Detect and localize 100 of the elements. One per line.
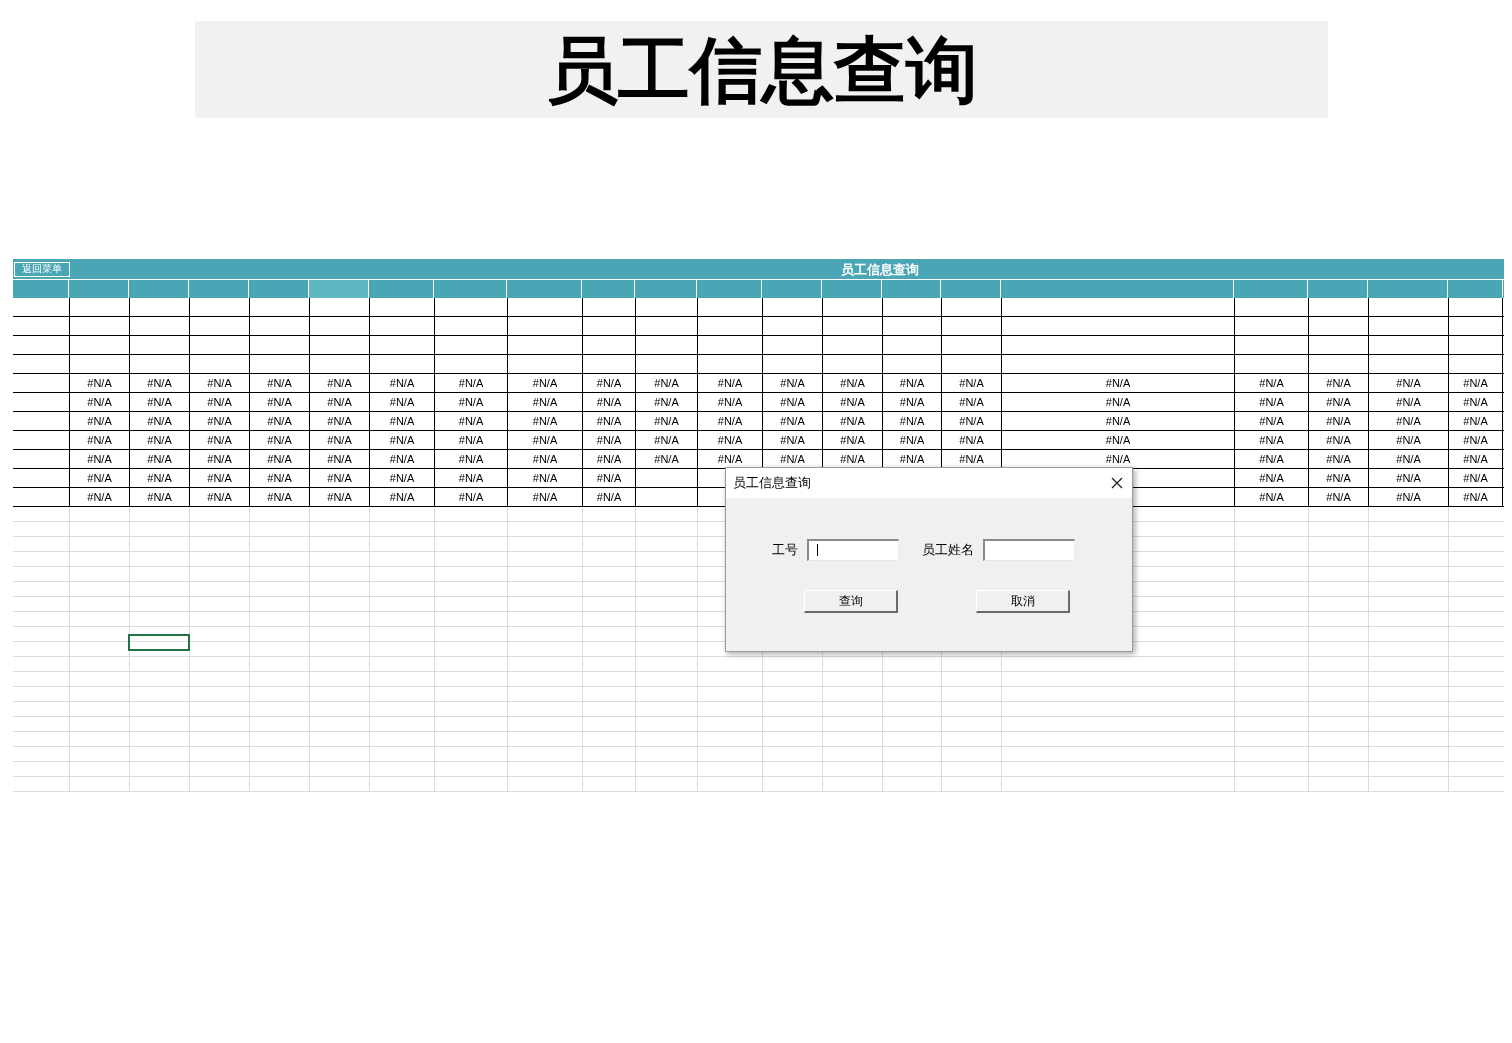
table-cell: #N/A: [369, 450, 434, 468]
table-cell: #N/A: [507, 412, 582, 430]
table-cell: #N/A: [249, 374, 309, 392]
table-cell: #N/A: [309, 393, 369, 411]
input-field[interactable]: [983, 539, 1075, 561]
table-cell: #N/A: [309, 469, 369, 487]
table-cell: #N/A: [309, 488, 369, 506]
table-cell: #N/A: [129, 374, 189, 392]
table-cell: #N/A: [635, 412, 697, 430]
table-cell: #N/A: [369, 374, 434, 392]
table-cell: #N/A: [1448, 450, 1503, 468]
table-cell: #N/A: [69, 469, 129, 487]
table-cell: #N/A: [697, 431, 762, 449]
table-cell: #N/A: [1308, 450, 1368, 468]
table-cell: #N/A: [434, 469, 507, 487]
table-cell: #N/A: [129, 412, 189, 430]
table-cell: #N/A: [189, 469, 249, 487]
table-cell: #N/A: [369, 469, 434, 487]
table-cell: #N/A: [941, 412, 1001, 430]
table-cell: #N/A: [822, 431, 882, 449]
table-cell: #N/A: [822, 412, 882, 430]
table-cell: #N/A: [189, 393, 249, 411]
table-cell: #N/A: [507, 450, 582, 468]
dialog-button[interactable]: 查询: [804, 590, 898, 613]
table-cell: #N/A: [309, 450, 369, 468]
table-cell: #N/A: [1368, 393, 1448, 411]
table-cell: #N/A: [434, 450, 507, 468]
table-cell: #N/A: [129, 488, 189, 506]
table-cell: #N/A: [635, 450, 697, 468]
table-cell: #N/A: [1001, 412, 1234, 430]
table-cell: #N/A: [309, 431, 369, 449]
table-cell: #N/A: [1448, 412, 1503, 430]
table-cell: #N/A: [697, 374, 762, 392]
table-cell: #N/A: [697, 393, 762, 411]
table-cell: #N/A: [1234, 412, 1308, 430]
table-cell: #N/A: [635, 393, 697, 411]
table-cell: #N/A: [941, 431, 1001, 449]
table-cell: #N/A: [129, 393, 189, 411]
table-cell: #N/A: [882, 412, 941, 430]
table-cell: #N/A: [1448, 488, 1503, 506]
table-cell: #N/A: [1308, 412, 1368, 430]
table-cell: #N/A: [1234, 450, 1308, 468]
table-cell: #N/A: [434, 393, 507, 411]
table-cell: #N/A: [582, 431, 635, 449]
table-cell: #N/A: [1448, 393, 1503, 411]
dialog-button[interactable]: 取消: [976, 590, 1070, 613]
table-cell: #N/A: [1368, 431, 1448, 449]
table-cell: #N/A: [507, 374, 582, 392]
table-cell: #N/A: [1368, 488, 1448, 506]
table-cell: #N/A: [189, 450, 249, 468]
table-cell: #N/A: [129, 431, 189, 449]
close-icon[interactable]: [1110, 476, 1124, 490]
table-cell: #N/A: [1234, 469, 1308, 487]
table-cell: #N/A: [69, 450, 129, 468]
table-cell: #N/A: [189, 374, 249, 392]
table-cell: #N/A: [1448, 469, 1503, 487]
table-cell: #N/A: [249, 488, 309, 506]
table-cell: #N/A: [1368, 450, 1448, 468]
input-field[interactable]: [807, 539, 899, 561]
table-cell: #N/A: [635, 431, 697, 449]
table-cell: #N/A: [249, 393, 309, 411]
table-cell: #N/A: [189, 431, 249, 449]
sheet-title: 员工信息查询: [841, 261, 919, 279]
table-cell: #N/A: [1368, 374, 1448, 392]
table-cell: #N/A: [582, 488, 635, 506]
table-cell: #N/A: [189, 412, 249, 430]
table-cell: #N/A: [697, 412, 762, 430]
table-cell: #N/A: [822, 374, 882, 392]
table-cell: #N/A: [762, 393, 822, 411]
table-cell: #N/A: [69, 431, 129, 449]
table-cell: #N/A: [1308, 393, 1368, 411]
table-cell: #N/A: [434, 431, 507, 449]
table-cell: #N/A: [1001, 393, 1234, 411]
table-cell: #N/A: [941, 374, 1001, 392]
table-cell: #N/A: [582, 412, 635, 430]
table-cell: #N/A: [249, 412, 309, 430]
table-cell: #N/A: [1308, 431, 1368, 449]
table-cell: #N/A: [434, 412, 507, 430]
table-cell: #N/A: [1368, 469, 1448, 487]
table-cell: #N/A: [582, 469, 635, 487]
field-label: 工号: [772, 541, 798, 560]
table-cell: #N/A: [1001, 431, 1234, 449]
table-cell: #N/A: [69, 393, 129, 411]
table-cell: #N/A: [762, 412, 822, 430]
table-cell: #N/A: [434, 488, 507, 506]
table-cell: #N/A: [941, 393, 1001, 411]
table-cell: #N/A: [309, 412, 369, 430]
page-title: 员工信息查询: [545, 33, 978, 106]
table-cell: #N/A: [69, 412, 129, 430]
table-cell: #N/A: [507, 469, 582, 487]
table-cell: #N/A: [1234, 374, 1308, 392]
table-cell: #N/A: [1308, 488, 1368, 506]
table-cell: #N/A: [369, 488, 434, 506]
table-cell: #N/A: [369, 393, 434, 411]
table-cell: #N/A: [582, 374, 635, 392]
table-cell: #N/A: [189, 488, 249, 506]
table-cell: #N/A: [1234, 431, 1308, 449]
field-label: 员工姓名: [922, 541, 974, 560]
table-cell: #N/A: [434, 374, 507, 392]
table-cell: #N/A: [1448, 374, 1503, 392]
